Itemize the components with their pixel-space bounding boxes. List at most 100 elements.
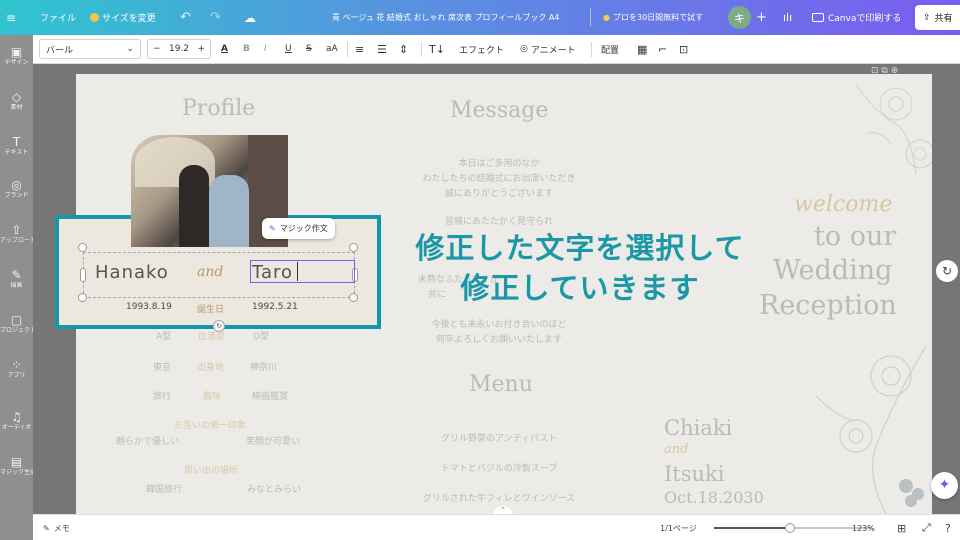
menu-item[interactable]: グリル野菜のアンティパスト: [399, 431, 599, 444]
wedding-text[interactable]: Wedding: [773, 255, 892, 286]
profile-row[interactable]: A型 血液型 O型: [156, 329, 269, 342]
message-line[interactable]: 皆様にあたたかく見守られ: [409, 214, 589, 227]
birthdate-left[interactable]: 1993.8.19: [126, 302, 172, 312]
redo-icon[interactable]: ↷: [210, 0, 221, 35]
welcome-text[interactable]: welcome: [794, 192, 892, 217]
profile-row[interactable]: 東京 出身地 神奈川: [153, 360, 277, 373]
underline-icon[interactable]: U: [285, 35, 292, 63]
zoom-slider[interactable]: [714, 523, 872, 533]
zoom-level[interactable]: 123%: [852, 515, 875, 540]
birthdate-right[interactable]: 1992.5.21: [252, 302, 298, 312]
document-title[interactable]: 青 ベージュ 花 結婚式 おしゃれ 席次表 プロフィールブック A4: [332, 0, 559, 35]
magic-write-button[interactable]: ✎ マジック作文: [262, 218, 335, 239]
cloud-save-icon[interactable]: ☁: [244, 0, 256, 35]
first-impression-right[interactable]: 笑顔が可愛い: [246, 434, 300, 447]
magic-assistant-icon[interactable]: ✦: [931, 472, 958, 499]
page-count[interactable]: 1/1ページ: [660, 515, 697, 540]
zoom-slider-knob[interactable]: [784, 523, 795, 533]
message-line[interactable]: 誠にありがとうございます: [409, 186, 589, 199]
paint-roller-icon[interactable]: ⌐: [658, 35, 667, 63]
bride-name-text[interactable]: Taro: [252, 262, 293, 283]
avatar[interactable]: キ: [728, 6, 751, 29]
italic-icon[interactable]: I: [264, 35, 267, 63]
bold-icon[interactable]: B: [243, 35, 250, 63]
grid-view-icon[interactable]: ⊞: [897, 515, 906, 540]
insights-icon[interactable]: ılı: [783, 0, 792, 35]
share-button[interactable]: ⇪ 共有: [915, 5, 960, 30]
menu-icon[interactable]: ≡: [6, 0, 16, 35]
animate-button[interactable]: ◎ アニメート: [520, 35, 576, 63]
menu-item[interactable]: グリルされた牛フィレとワインソース: [389, 491, 609, 504]
menu-item[interactable]: トマトとバジルの冷製スープ: [399, 461, 599, 474]
decrease-size-button[interactable]: −: [153, 44, 161, 54]
add-collaborator-button[interactable]: +: [756, 0, 767, 35]
sidebar-item-magic-media[interactable]: ▤ マジック生成: [0, 455, 33, 477]
message-line[interactable]: 本日はご多用のなか: [409, 156, 589, 169]
effects-button[interactable]: エフェクト: [459, 35, 504, 63]
refresh-icon[interactable]: ↻: [936, 260, 958, 282]
align-icon[interactable]: ≡: [355, 35, 364, 63]
pro-trial-button[interactable]: ● プロを30日間無料で試す: [603, 0, 703, 35]
first-impression-label[interactable]: お互いの第一印象: [174, 418, 246, 431]
resize-handle[interactable]: [78, 243, 87, 252]
sidebar-item-uploads[interactable]: ⇧ アップロード: [0, 223, 33, 245]
sidebar-item-design[interactable]: ▣ デザイン: [0, 45, 33, 67]
font-size-value[interactable]: 19.2: [169, 44, 189, 54]
help-icon[interactable]: ?: [945, 515, 951, 540]
sidebar-item-text[interactable]: T テキスト: [0, 135, 33, 157]
print-button[interactable]: Canvaで印刷する: [812, 0, 901, 35]
file-menu-button[interactable]: ファイル: [40, 0, 76, 35]
resize-button[interactable]: サイズを変更: [90, 0, 156, 35]
sidebar-item-apps[interactable]: ⁘ アプリ: [0, 358, 33, 380]
increase-size-button[interactable]: +: [197, 44, 205, 54]
message-line[interactable]: 何卒よろしくお願いいたします: [399, 332, 599, 345]
groom-name-text[interactable]: Hanako: [95, 262, 169, 283]
elements-icon: ◇: [11, 90, 22, 104]
first-impression-left[interactable]: 朗らかで優しい: [116, 434, 179, 447]
resize-handle[interactable]: [349, 243, 358, 252]
message-title[interactable]: Message: [450, 98, 548, 123]
rotate-icon[interactable]: ↻: [213, 320, 225, 332]
floral-illustration[interactable]: [796, 336, 932, 514]
spacing-icon[interactable]: ⇕: [399, 35, 408, 63]
and-text[interactable]: and: [664, 442, 688, 457]
message-line[interactable]: 今後とも末永いお付き合いのほど: [399, 317, 599, 330]
letter-case-icon[interactable]: aA: [326, 35, 338, 63]
font-size-stepper[interactable]: − 19.2 +: [147, 39, 211, 59]
profile-title[interactable]: Profile: [182, 96, 255, 121]
lock-icon[interactable]: ⊡: [679, 35, 688, 63]
message-line[interactable]: わたしたちの結婚式にお出席いただき: [399, 171, 599, 184]
memory-place-left[interactable]: 韓国旅行: [146, 482, 182, 495]
notes-button[interactable]: ✎ メモ: [43, 515, 70, 540]
resize-handle[interactable]: [78, 293, 87, 302]
font-family-select[interactable]: バール ⌄: [39, 39, 141, 59]
memory-place-right[interactable]: みなとみらい: [247, 482, 301, 495]
chiaki-name[interactable]: Chiaki: [664, 416, 732, 440]
side-handle[interactable]: [80, 268, 86, 282]
reception-text[interactable]: Reception: [759, 290, 897, 321]
profile-row[interactable]: 旅行 趣味 映画鑑賞: [153, 389, 288, 402]
sidebar-item-audio[interactable]: ♫ オーディオ: [0, 410, 33, 432]
fullscreen-icon[interactable]: ⤢: [922, 515, 931, 540]
text-color-icon[interactable]: A: [221, 35, 228, 63]
wedding-date[interactable]: Oct.18.2030: [664, 488, 764, 507]
to-our-text[interactable]: to our: [814, 221, 896, 252]
undo-icon[interactable]: ↶: [180, 0, 191, 35]
resize-handle[interactable]: [349, 293, 358, 302]
sidebar-item-elements[interactable]: ◇ 素材: [0, 90, 33, 112]
strikethrough-icon[interactable]: S: [306, 35, 312, 63]
transparency-icon[interactable]: ▦: [637, 35, 647, 63]
and-text[interactable]: and: [197, 264, 223, 280]
sidebar-item-draw[interactable]: ✎ 描画: [0, 268, 33, 290]
sidebar-item-projects[interactable]: ▢ プロジェクト: [0, 313, 33, 335]
sidebar-item-brand[interactable]: ◎ ブランド: [0, 178, 33, 200]
floral-illustration[interactable]: [816, 74, 932, 194]
list-icon[interactable]: ☰: [377, 35, 387, 63]
design-icon: ▣: [10, 45, 23, 59]
menu-title[interactable]: Menu: [469, 372, 533, 397]
birthday-label[interactable]: 誕生日: [197, 302, 224, 315]
vertical-text-icon[interactable]: T↓: [429, 35, 445, 63]
itsuki-name[interactable]: Itsuki: [664, 462, 724, 486]
position-button[interactable]: 配置: [601, 35, 619, 63]
memory-place-label[interactable]: 思い出の場所: [184, 463, 238, 476]
